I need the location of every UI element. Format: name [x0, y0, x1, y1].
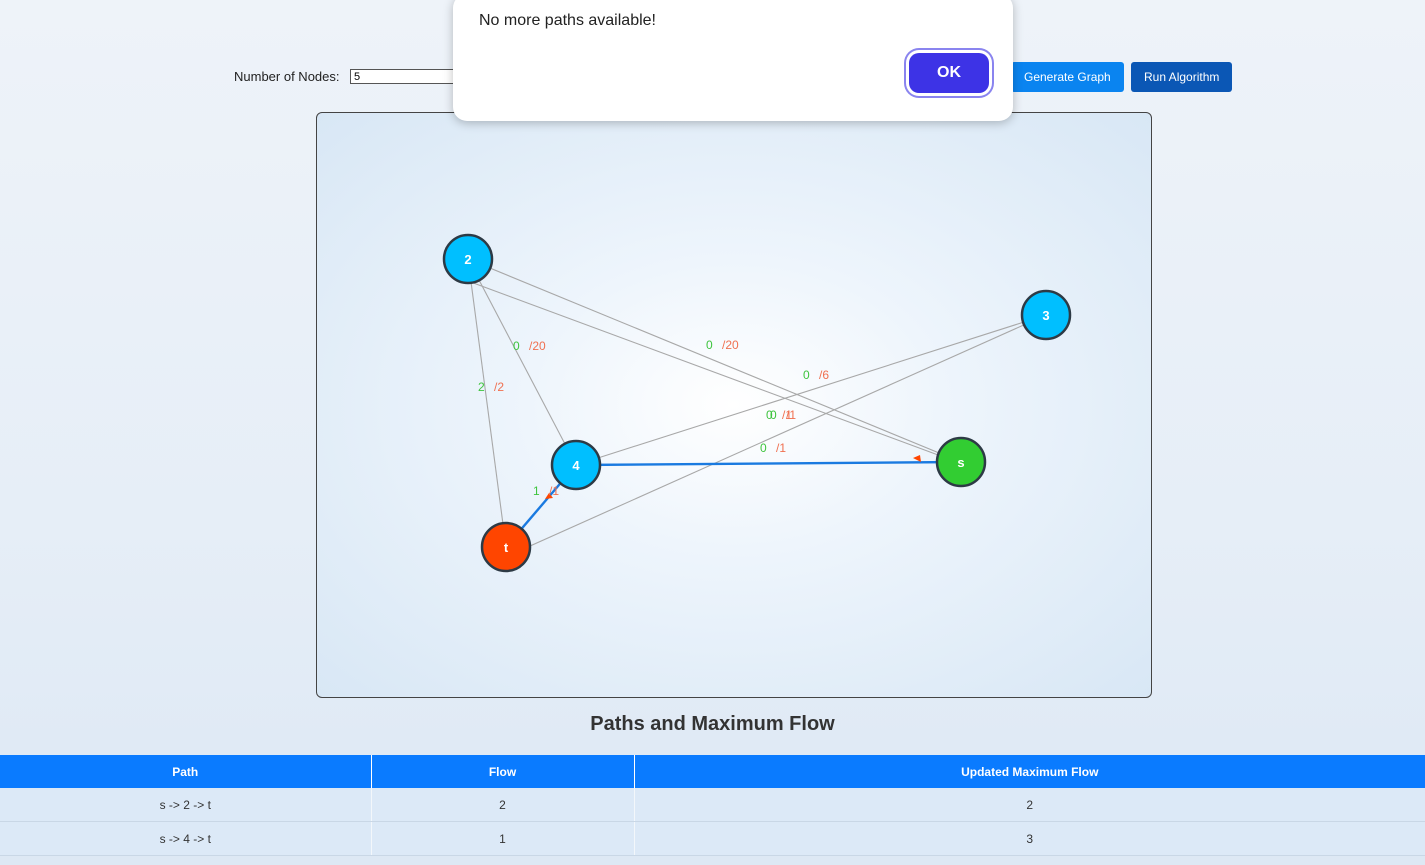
max-flow-cell: 3 [634, 821, 1425, 856]
edge-capacity-label: /1 [776, 441, 786, 455]
flow-cell: 2 [371, 788, 635, 822]
node-label: t [504, 540, 509, 555]
edge-flow-label: 0 [513, 339, 520, 353]
graph-node-2[interactable]: 2 [442, 233, 494, 285]
graph-canvas[interactable]: 0/20 0/6 0/20 2/2 0/1 0/1 0/1 1/1 234st [316, 112, 1152, 698]
graph-edge-s-4 [575, 460, 962, 467]
node-label: s [957, 455, 964, 470]
graph-edge-2-4 [467, 258, 577, 466]
edge-capacity-label: /20 [529, 339, 546, 353]
alert-message: No more paths available! [479, 12, 656, 29]
path-cell: s -> 4 -> t [0, 821, 372, 856]
path-cell: s -> 2 -> t [0, 788, 372, 822]
generate-graph-button[interactable]: Generate Graph [1011, 62, 1124, 92]
graph-edge-2-s [467, 280, 958, 463]
graph-node-t[interactable]: t [480, 521, 532, 573]
node-label: 4 [572, 458, 580, 473]
edge-capacity-label: /1 [786, 408, 796, 422]
edge-capacity-label: /2 [494, 380, 504, 394]
edge-flow-label: 0 [760, 441, 767, 455]
alert-dialog: No more paths available! OK [453, 0, 1013, 121]
edge-capacity-label: /1 [549, 484, 559, 498]
edge-flow-label: 0 [803, 368, 810, 382]
column-header-flow: Flow [371, 755, 635, 788]
results-table: Path Flow Updated Maximum Flow s -> 2 ->… [0, 755, 1425, 856]
edge-flow-label: 0 [706, 338, 713, 352]
edge-capacity-label: /20 [722, 338, 739, 352]
nodes-count-label: Number of Nodes: [234, 69, 340, 84]
graph-svg: 0/200/60/202/20/10/10/11/1 234st [442, 233, 1072, 573]
graph-edge-2-t [467, 258, 507, 548]
edge-flow-label: 1 [533, 484, 540, 498]
graph-node-4[interactable]: 4 [550, 439, 602, 491]
table-row: s -> 2 -> t 2 2 [0, 788, 1425, 822]
column-header-max-flow: Updated Maximum Flow [634, 755, 1425, 788]
table-header-row: Path Flow Updated Maximum Flow [0, 755, 1425, 788]
flow-cell: 1 [371, 821, 635, 856]
edge-flow-label: 2 [478, 380, 485, 394]
ok-button[interactable]: OK [909, 53, 989, 93]
edge-flow-label: 0 [770, 408, 777, 422]
run-algorithm-button[interactable]: Run Algorithm [1131, 62, 1233, 92]
node-label: 2 [464, 252, 471, 267]
graph-node-3[interactable]: 3 [1020, 289, 1072, 341]
graph-node-s[interactable]: s [935, 436, 987, 488]
table-row: s -> 4 -> t 1 3 [0, 821, 1425, 856]
graph-edge-2-s [467, 258, 962, 463]
node-label: 3 [1042, 308, 1049, 323]
edge-arrowhead [913, 455, 921, 462]
results-title: Paths and Maximum Flow [590, 713, 835, 735]
column-header-path: Path [0, 755, 372, 788]
edge-capacity-label: /6 [819, 368, 829, 382]
max-flow-cell: 2 [634, 788, 1425, 822]
